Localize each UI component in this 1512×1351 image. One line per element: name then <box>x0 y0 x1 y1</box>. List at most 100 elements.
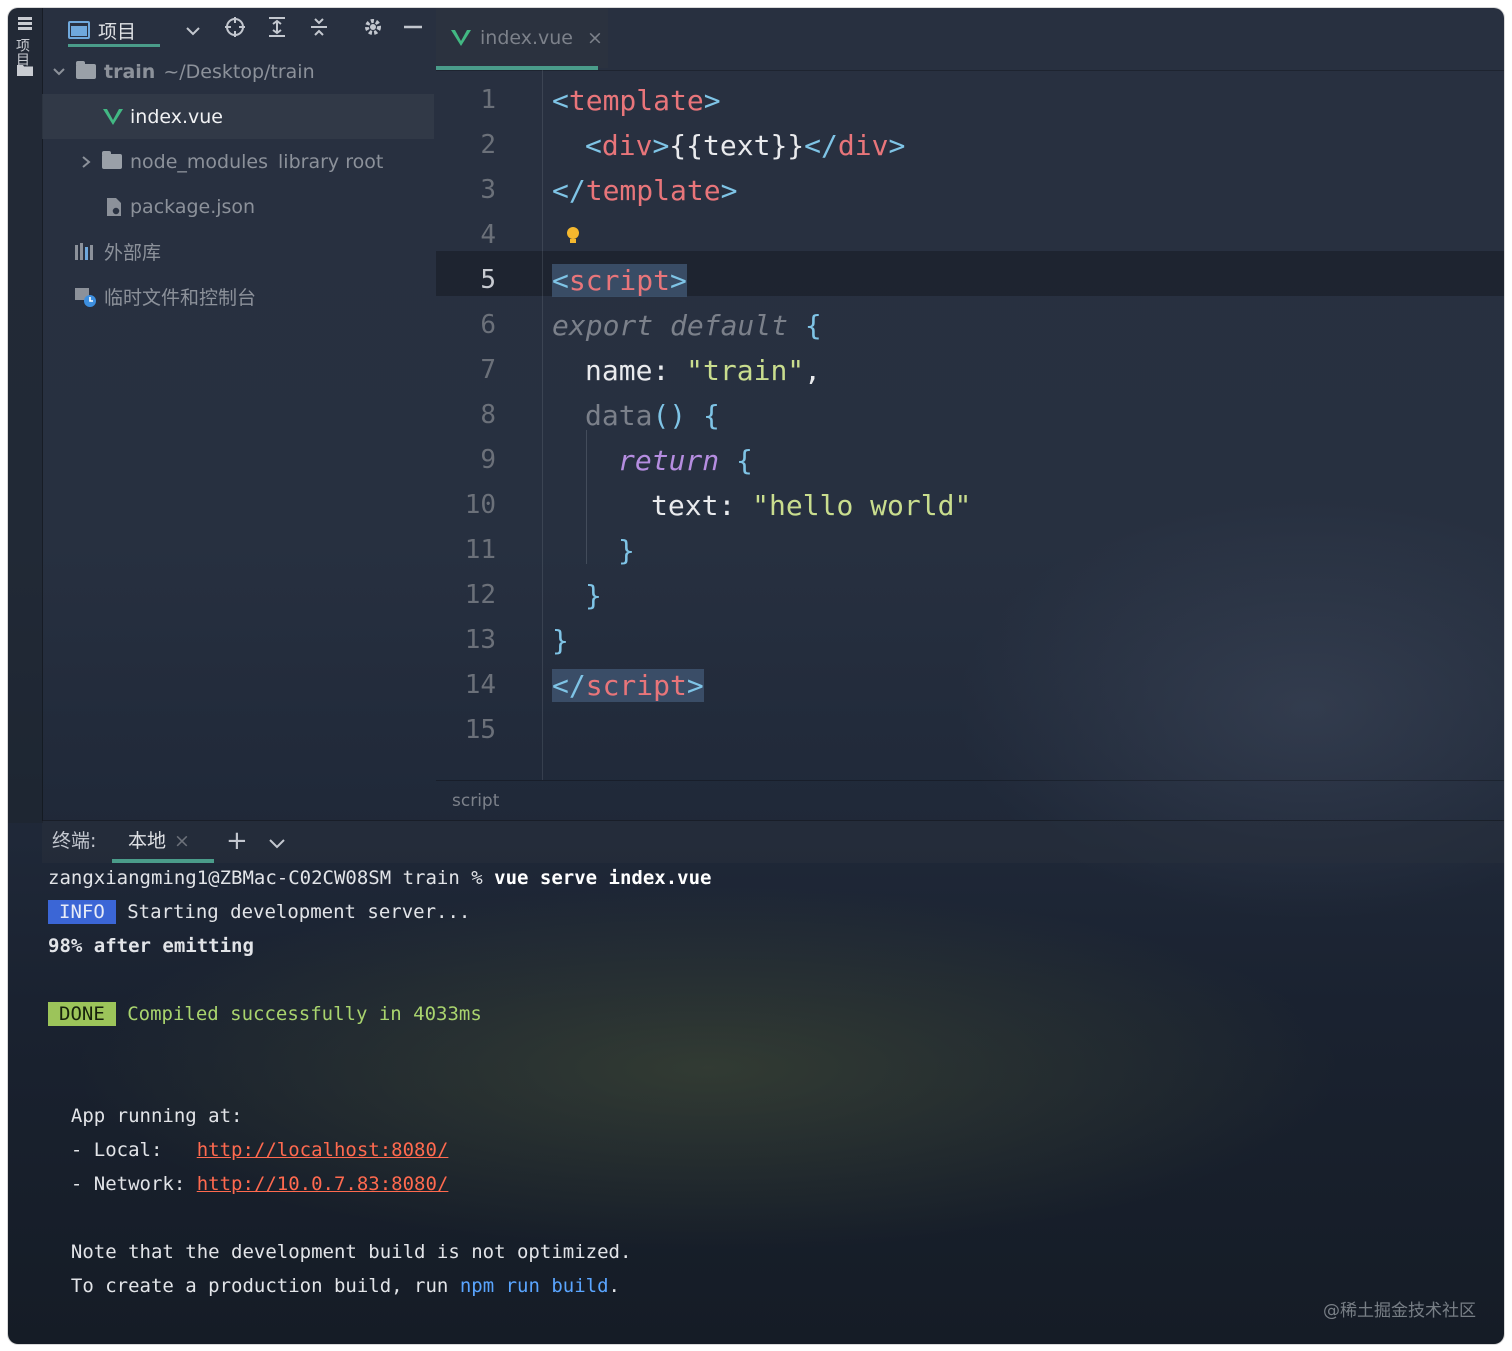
code-line-1: <template> <box>552 84 721 117</box>
info-badge: INFO <box>48 900 116 924</box>
project-tree: train ~/Desktop/train index.vue node_mod… <box>42 49 434 319</box>
editor-tab-label: index.vue <box>480 27 573 49</box>
line-number-gutter: 1 2 3 4 5 6 7 8 9 10 11 12 13 14 15 <box>436 70 542 780</box>
line-number: 5 <box>480 265 496 295</box>
project-tool-tab-label: 项目 <box>14 38 30 66</box>
terminal-label: 终端: <box>52 830 97 852</box>
ide-window: 项目 项目 train ~/Desktop/train index.vue no… <box>8 8 1504 1344</box>
line-number: 8 <box>480 400 496 430</box>
line-numbers: 1 2 3 4 5 6 7 8 9 10 11 12 13 14 15 <box>436 70 542 753</box>
tree-item-package-json[interactable]: package.json <box>42 184 434 229</box>
build-command: npm run build <box>459 1275 609 1297</box>
close-icon[interactable]: × <box>174 821 190 861</box>
terminal-tab-local[interactable]: 本地 × <box>128 821 190 861</box>
expand-all-icon[interactable] <box>264 16 290 42</box>
tool-strip: 项目 <box>8 8 43 823</box>
code-line-2: <div>{{text}}</div> <box>585 129 906 162</box>
code-line-9: return { <box>618 444 753 477</box>
terminal-command: vue serve index.vue <box>494 867 712 889</box>
tree-item-index-vue[interactable]: index.vue <box>42 94 434 139</box>
code-line-6: export default { <box>552 309 822 342</box>
code-line-8: data() { <box>585 399 720 432</box>
terminal-output[interactable]: zangxiangming1@ZBMac-C02CW08SM train % v… <box>48 861 1488 1303</box>
project-view-tab[interactable]: 项目 <box>68 14 136 46</box>
code-line-12: } <box>585 579 602 612</box>
done-text: Compiled successfully in 4033ms <box>115 1003 482 1025</box>
tree-item-external-libraries[interactable]: 外部库 <box>42 229 434 274</box>
project-window-icon <box>68 21 90 39</box>
project-tool-tab[interactable]: 项目 <box>14 16 36 66</box>
info-text: Starting development server... <box>115 901 471 923</box>
line-number: 12 <box>464 580 496 610</box>
chevron-down-icon[interactable] <box>268 835 286 854</box>
code-line-13: } <box>552 624 569 657</box>
code-line-5: <script> <box>552 264 687 297</box>
note-line-2-end: . <box>608 1275 620 1297</box>
line-number: 6 <box>480 310 496 340</box>
code-area[interactable]: <template> <div>{{text}}</div> </templat… <box>552 70 1492 753</box>
tree-item-label: 外部库 <box>104 242 162 264</box>
library-icon <box>75 242 93 260</box>
terminal-header: 终端: 本地 × + <box>42 820 1504 863</box>
collapse-all-icon[interactable] <box>306 16 332 42</box>
watermark: @稀土掘金技术社区 <box>1323 1301 1476 1321</box>
chevron-down-icon[interactable] <box>52 67 66 77</box>
chevron-right-icon[interactable] <box>80 155 92 169</box>
code-line-7: name: "train", <box>585 354 822 387</box>
network-label: - Network: <box>48 1173 197 1195</box>
terminal-done-line: DONE Compiled successfully in 4033ms <box>48 997 1488 1031</box>
terminal-info-line: INFO Starting development server... <box>48 895 1488 929</box>
local-label: - Local: <box>48 1139 197 1161</box>
tree-root-name: train <box>104 60 156 83</box>
fold-gutter-divider <box>542 70 543 780</box>
editor-tab-index-vue[interactable]: index.vue × <box>436 8 608 68</box>
line-number: 1 <box>480 85 496 115</box>
gear-icon[interactable] <box>360 16 386 42</box>
tree-root-path: ~/Desktop/train <box>163 60 315 83</box>
tree-root-train[interactable]: train ~/Desktop/train <box>42 49 434 94</box>
close-icon[interactable]: × <box>587 27 603 49</box>
code-line-3: </template> <box>552 174 738 207</box>
library-root-hint: library root <box>278 150 384 173</box>
line-number: 9 <box>480 445 496 475</box>
folder-icon <box>102 151 122 169</box>
add-terminal-button[interactable]: + <box>226 821 248 861</box>
line-number: 15 <box>464 715 496 745</box>
local-url-line: - Local: http://localhost:8080/ <box>48 1133 1488 1167</box>
local-url-link[interactable]: http://localhost:8080/ <box>197 1139 449 1161</box>
tree-item-label: 临时文件和控制台 <box>104 287 257 309</box>
chevron-down-icon[interactable] <box>180 16 206 42</box>
folder-icon <box>76 61 96 79</box>
grid-icon <box>18 17 32 30</box>
terminal-progress-line: 98% after emitting <box>48 935 254 957</box>
code-line-14: </script> <box>552 669 704 702</box>
breadcrumb-item[interactable]: script <box>452 791 499 811</box>
minimize-icon[interactable] <box>400 16 426 42</box>
line-number: 11 <box>464 535 496 565</box>
vue-file-icon <box>451 30 471 46</box>
done-badge: DONE <box>48 1002 116 1026</box>
terminal-prompt-line: zangxiangming1@ZBMac-C02CW08SM train % v… <box>48 861 1488 895</box>
scratches-icon <box>75 287 96 307</box>
tree-item-label: index.vue <box>130 105 223 128</box>
editor-tab-bar: index.vue × <box>436 8 1504 71</box>
line-number: 3 <box>480 175 496 205</box>
locate-icon[interactable] <box>222 16 248 42</box>
project-view-title: 项目 <box>98 20 137 43</box>
line-number: 13 <box>464 625 496 655</box>
line-number: 14 <box>464 670 496 700</box>
project-tab-underline <box>68 44 160 47</box>
folder-icon[interactable] <box>17 64 33 76</box>
network-url-link[interactable]: http://10.0.7.83:8080/ <box>197 1173 449 1195</box>
terminal-prompt: zangxiangming1@ZBMac-C02CW08SM train % <box>48 867 495 889</box>
tree-item-scratches[interactable]: 临时文件和控制台 <box>42 274 434 319</box>
line-number: 7 <box>480 355 496 385</box>
tree-item-node-modules[interactable]: node_modules library root <box>42 139 434 184</box>
code-line-11: } <box>618 534 635 567</box>
note-line-2-text: To create a production build, run <box>48 1275 460 1297</box>
